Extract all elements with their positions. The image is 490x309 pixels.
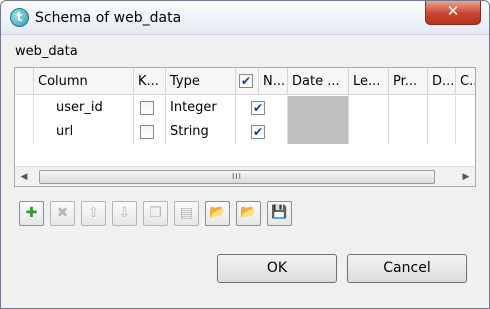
cell-precision[interactable] <box>389 96 428 120</box>
header-nullable[interactable]: N... <box>259 68 288 95</box>
table-row[interactable]: user_id Integer ✔ <box>15 96 475 120</box>
nullable-checkbox[interactable]: ✔ <box>251 101 265 115</box>
header-precision[interactable]: Pr... <box>389 68 428 95</box>
table-row[interactable]: url String ✔ <box>15 120 475 144</box>
cell-default[interactable] <box>428 120 456 144</box>
move-up-button[interactable]: ⇧ <box>81 201 106 226</box>
cell-nullable[interactable]: ✔ <box>236 120 288 144</box>
cross-icon: ✖ <box>56 205 69 221</box>
header-key[interactable]: K... <box>134 68 166 95</box>
plus-icon: ✚ <box>25 205 38 221</box>
scrollbar-thumb[interactable]: III <box>39 170 435 184</box>
horizontal-scrollbar[interactable]: ◀ III ▶ <box>15 166 475 186</box>
window-title: Schema of web_data <box>35 10 182 26</box>
add-row-button[interactable]: ✚ <box>19 201 44 226</box>
cell-column-name[interactable]: user_id <box>34 96 134 120</box>
row-selector[interactable] <box>15 120 34 144</box>
paste-icon: ▤ <box>179 205 194 221</box>
cell-key[interactable] <box>134 120 166 144</box>
schema-dialog: t Schema of web_data ✕ web_data Column K… <box>0 0 490 309</box>
talend-app-icon: t <box>10 8 29 27</box>
app-icon-letter: t <box>16 10 23 24</box>
schema-group-label: web_data <box>15 44 78 59</box>
scroll-left-icon[interactable]: ◀ <box>15 167 33 187</box>
copy-button[interactable]: ❐ <box>143 201 168 226</box>
copy-icon: ❐ <box>149 205 162 221</box>
header-date-pattern[interactable]: Date ... <box>288 68 349 95</box>
key-checkbox[interactable] <box>140 101 154 115</box>
folder-export-icon: 📂 <box>240 205 257 220</box>
cell-default[interactable] <box>428 96 456 120</box>
schema-table: Column K... Type ✔ N... Date ... Le... P… <box>14 67 476 187</box>
import-schema-button[interactable]: 📂 <box>205 201 230 226</box>
export-schema-button[interactable]: 📂 <box>236 201 261 226</box>
arrow-up-icon: ⇧ <box>87 205 100 221</box>
save-schema-button[interactable]: 💾 <box>267 201 292 226</box>
nullable-checkbox[interactable]: ✔ <box>251 125 265 139</box>
header-column[interactable]: Column <box>34 68 134 95</box>
folder-import-icon: 📂 <box>209 205 226 220</box>
save-icon: 💾 <box>271 205 288 220</box>
paste-button[interactable]: ▤ <box>174 201 199 226</box>
header-nullable-checkbox[interactable]: ✔ <box>239 74 253 88</box>
remove-row-button[interactable]: ✖ <box>50 201 75 226</box>
ok-button[interactable]: OK <box>217 254 337 283</box>
cell-column-name[interactable]: url <box>34 120 134 144</box>
row-selector[interactable] <box>15 96 34 120</box>
title-bar[interactable]: t Schema of web_data ✕ <box>1 1 489 35</box>
cell-nullable[interactable]: ✔ <box>236 96 288 120</box>
header-default[interactable]: D... <box>428 68 456 95</box>
header-length[interactable]: Le... <box>349 68 389 95</box>
key-checkbox[interactable] <box>140 125 154 139</box>
arrow-down-icon: ⇩ <box>118 205 131 221</box>
close-button[interactable]: ✕ <box>425 1 481 25</box>
cell-comment[interactable] <box>456 96 475 120</box>
cell-length[interactable] <box>349 120 389 144</box>
table-header: Column K... Type ✔ N... Date ... Le... P… <box>15 68 475 95</box>
header-nullable-checkbox-cell[interactable]: ✔ <box>236 68 259 95</box>
header-row-selector <box>15 68 34 95</box>
cell-key[interactable] <box>134 96 166 120</box>
scroll-right-icon[interactable]: ▶ <box>457 167 475 187</box>
header-type[interactable]: Type <box>166 68 236 95</box>
cancel-button[interactable]: Cancel <box>347 254 467 283</box>
cell-comment[interactable] <box>456 120 475 144</box>
header-comment[interactable]: C... <box>456 68 475 95</box>
cell-precision[interactable] <box>389 120 428 144</box>
cell-date-pattern <box>288 120 349 144</box>
cell-length[interactable] <box>349 96 389 120</box>
cell-date-pattern <box>288 96 349 120</box>
cell-type[interactable]: String <box>166 120 236 144</box>
move-down-button[interactable]: ⇩ <box>112 201 137 226</box>
cell-type[interactable]: Integer <box>166 96 236 120</box>
close-icon: ✕ <box>446 2 460 20</box>
